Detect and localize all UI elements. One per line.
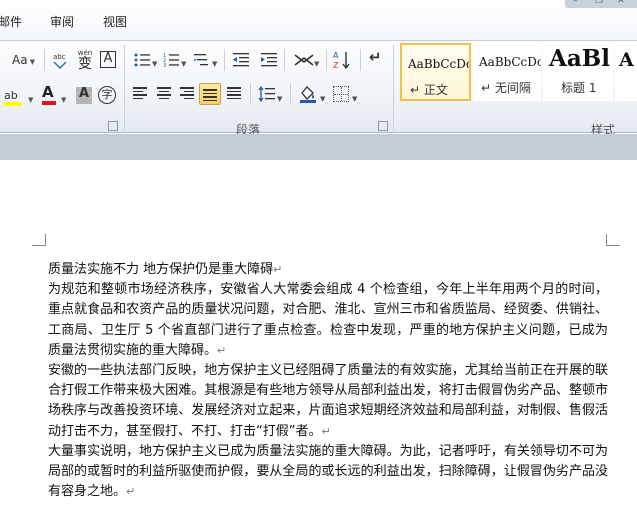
highlight-color-icon (4, 102, 22, 106)
align-left-button[interactable] (133, 85, 147, 99)
font-color-button[interactable]: A (42, 85, 56, 105)
font-dialog-launcher-icon[interactable] (108, 121, 118, 131)
clear-format-icon[interactable]: abc (52, 51, 68, 70)
chinese-layout-dropdown-icon[interactable]: ▼ (314, 57, 319, 71)
style-normal[interactable]: AaBbCcDc ↵ 正文 (400, 43, 471, 101)
divider (284, 49, 285, 71)
group-divider (124, 45, 125, 131)
svg-text:abc: abc (53, 53, 66, 61)
paragraph-2: 安徽的一些执法部门反映，地方保护主义已经阻碍了质量法的有效实施，尤其给当前正在开… (48, 363, 608, 439)
change-case-button[interactable]: Aa ▼ (12, 53, 35, 69)
align-center-button[interactable] (157, 85, 171, 99)
document-body[interactable]: 质量法实施不力 地方保护仍是重大障碍↵ 为规范和整顿市场经济秩序，安徽省人大常委… (48, 260, 608, 502)
divider (44, 49, 45, 71)
shading-icon[interactable] (298, 84, 318, 104)
char-shading-button[interactable]: A (76, 87, 92, 104)
paragraph-1: 为规范和整顿市场经济秩序，安徽省人大常委会组成 4 个检查组，今年上半年用两个月… (48, 282, 608, 358)
justify-icon (203, 87, 217, 103)
paragraph-mark-icon: ↵ (126, 485, 136, 499)
borders-icon[interactable] (333, 86, 349, 102)
numbering-dropdown-icon[interactable]: ▼ (181, 57, 186, 71)
close-icon[interactable]: ✕ (617, 0, 625, 6)
menu-bar: 邮件 审阅 视图 – ❐ ✕ (0, 0, 637, 40)
font-color-dropdown-icon[interactable]: ▼ (61, 93, 66, 107)
tab-view[interactable]: 视图 (103, 13, 127, 30)
svg-text:A: A (333, 51, 339, 60)
sort-button[interactable]: AZ (333, 50, 351, 70)
divider (326, 49, 327, 71)
paragraph-mark-icon: ↵ (273, 263, 283, 276)
phonetic-guide-button[interactable]: wén 变 (76, 49, 94, 71)
decrease-indent-icon[interactable] (232, 51, 250, 69)
paragraph-mark-icon: ↵ (217, 343, 227, 357)
divider (224, 49, 225, 71)
svg-text:3: 3 (163, 63, 166, 69)
show-marks-button[interactable]: ↵ (369, 50, 382, 65)
align-right-button[interactable] (180, 85, 194, 99)
paragraph-mark-icon: ↵ (321, 424, 331, 438)
tab-review[interactable]: 审阅 (50, 13, 74, 30)
paragraph-3: 大量事实说明，地方保护主义已成为质量法实施的重大障碍。为此，记者呼吁，有关领导切… (48, 443, 608, 500)
phonetic-char-icon: 变 (78, 56, 92, 72)
restore-icon[interactable]: ❐ (595, 0, 603, 6)
crop-mark-top-left (32, 234, 46, 246)
highlight-button[interactable]: ab (4, 88, 22, 106)
line-spacing-dropdown-icon[interactable]: ▼ (277, 92, 282, 106)
tab-mailings[interactable]: 邮件 (0, 13, 22, 30)
enclose-char-button[interactable]: 字 (98, 86, 116, 104)
ribbon: Aa ▼ abc wén 变 A ab ▼ A ▼ A 字 ▼ 123 ▼ ▼ (0, 40, 637, 137)
styles-gallery: AaBbCcDc ↵ 正文 AaBbCcDc ↵ 无间隔 AaBl 标题 1 A (397, 41, 637, 101)
chinese-layout-icon[interactable] (293, 51, 315, 69)
font-color-swatch-icon (42, 101, 56, 105)
distributed-button[interactable] (227, 85, 241, 99)
document-background (0, 134, 637, 160)
line-spacing-icon[interactable] (258, 85, 276, 103)
char-border-button[interactable]: A (100, 51, 116, 68)
style-heading-1[interactable]: AaBl 标题 1 (543, 43, 613, 101)
divider (290, 83, 291, 105)
svg-text:Z: Z (333, 61, 339, 70)
window-controls: – ❐ ✕ (565, 0, 637, 8)
divider (360, 49, 361, 71)
paragraph-dialog-launcher-icon[interactable] (378, 121, 388, 131)
minimize-icon[interactable]: – (573, 0, 578, 6)
multilevel-dropdown-icon[interactable]: ▼ (212, 57, 217, 71)
group-divider (393, 45, 394, 131)
style-heading-2[interactable]: A (615, 43, 637, 101)
style-no-spacing[interactable]: AaBbCcDc ↵ 无间隔 (473, 43, 541, 101)
divider (250, 83, 251, 105)
document-title: 质量法实施不力 地方保护仍是重大障碍↵ (48, 262, 283, 277)
increase-indent-icon[interactable] (260, 51, 278, 69)
shading-dropdown-icon[interactable]: ▼ (320, 92, 325, 106)
justify-button[interactable] (199, 83, 221, 105)
bullets-dropdown-icon[interactable]: ▼ (152, 57, 157, 71)
borders-dropdown-icon[interactable]: ▼ (352, 92, 357, 106)
highlight-dropdown-icon[interactable]: ▼ (28, 93, 33, 107)
crop-mark-top-right (606, 234, 620, 246)
